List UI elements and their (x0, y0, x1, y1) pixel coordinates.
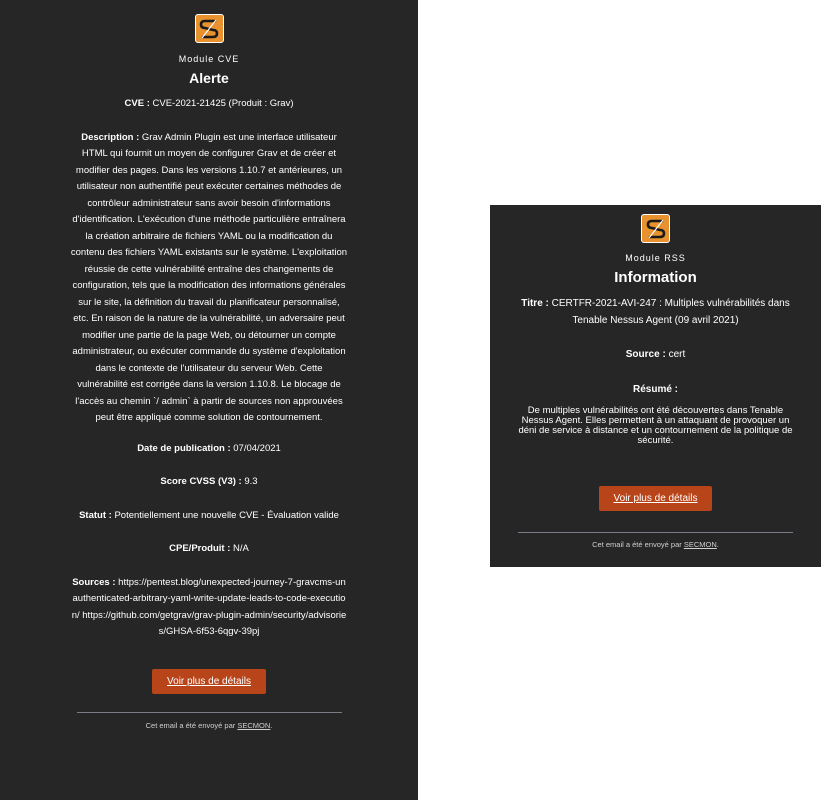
status-value: Potentiellement une nouvelle CVE - Évalu… (114, 509, 339, 521)
sources-label: Sources : (72, 576, 116, 588)
cve-field: CVE : CVE-2021-21425 (Produit : Grav) (70, 96, 348, 113)
cve-email-card: Module CVE Alerte CVE : CVE-2021-21425 (… (0, 0, 418, 800)
date-field: Date de publication : 07/04/2021 (70, 441, 348, 458)
module-name: Module RSS (625, 253, 686, 263)
secmon-logo-icon (194, 14, 224, 43)
secmon-link[interactable]: SECMON (684, 540, 717, 549)
status-label: Statut : (79, 509, 112, 521)
footer-text: Cet email a été envoyé par SECMON. (516, 540, 795, 549)
resume-label: Résumé : (632, 383, 678, 395)
module-name: Module CVE (178, 54, 240, 64)
view-details-button[interactable]: Voir plus de détails (598, 486, 713, 511)
footer-suffix: . (270, 720, 273, 730)
cve-label: CVE : (124, 98, 150, 109)
status-field: Statut : Potentiellement une nouvelle CV… (70, 508, 348, 525)
card-title: Alerte (189, 70, 229, 86)
secmon-link[interactable]: SECMON (237, 721, 270, 730)
cpe-value: N/A (233, 543, 249, 554)
footer-divider (518, 532, 793, 533)
description-value: Grav Admin Plugin est une interface util… (70, 131, 348, 424)
footer-prefix: Cet email a été envoyé par (145, 720, 236, 730)
footer-divider (76, 711, 342, 713)
footer-prefix: Cet email a été envoyé par (592, 540, 682, 549)
rss-email-card: Module RSS Information Titre : CERTFR-20… (490, 205, 821, 567)
sources-field: Sources : https://pentest.blog/unexpecte… (70, 575, 348, 641)
titre-field: Titre : CERTFR-2021-AVI-247 : Multiples … (516, 296, 795, 329)
cpe-label: CPE/Produit : (169, 543, 231, 554)
description-field: Description : Grav Admin Plugin est une … (70, 130, 348, 427)
score-value: 9.3 (244, 476, 258, 487)
date-label: Date de publication : (137, 442, 231, 454)
resume-value: De multiples vulnérabilités ont été déco… (518, 405, 793, 446)
view-details-button[interactable]: Voir plus de détails (152, 668, 266, 694)
source-label: Source : (625, 349, 666, 360)
source-value: cert (668, 349, 686, 360)
score-field: Score CVSS (V3) : 9.3 (70, 474, 348, 491)
resume-field: Résumé : (516, 382, 795, 399)
source-field: Source : cert (516, 347, 795, 364)
score-label: Score CVSS (V3) : (160, 476, 242, 487)
secmon-logo-icon (641, 214, 670, 243)
titre-value: CERTFR-2021-AVI-247 : Multiples vulnérab… (551, 298, 790, 326)
date-value: 07/04/2021 (233, 442, 281, 454)
footer-text: Cet email a été envoyé par SECMON. (70, 721, 348, 730)
footer-suffix: . (716, 540, 719, 549)
card-title: Information (614, 269, 697, 286)
titre-label: Titre : (521, 298, 549, 309)
cpe-field: CPE/Produit : N/A (70, 541, 348, 558)
cve-value: CVE-2021-21425 (Produit : Grav) (152, 98, 294, 109)
description-label: Description : (81, 131, 140, 143)
